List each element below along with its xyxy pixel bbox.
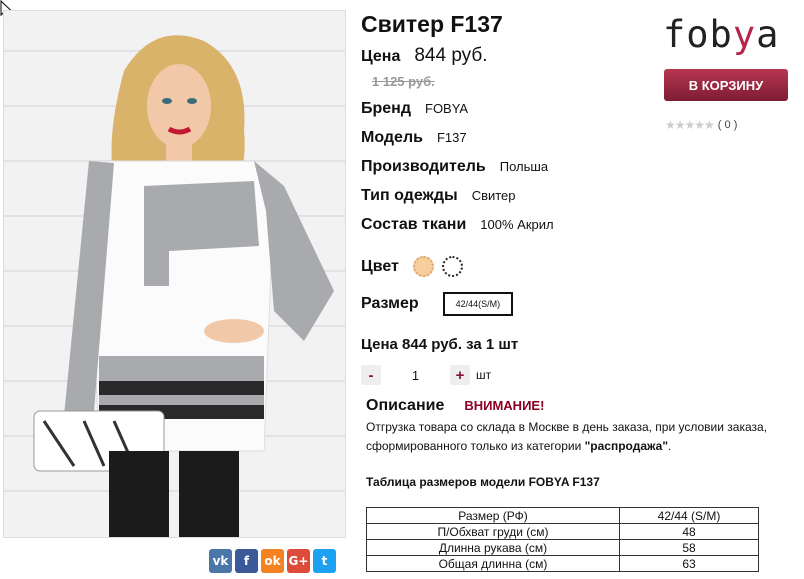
description-title: Описание [366,397,445,414]
table-cell: Длинна рукава (см) [366,539,620,556]
add-to-cart-button[interactable]: В КОРЗИНУ [664,69,788,101]
attr-manufacturer: Производитель Польша [361,158,548,176]
current-price: 844 руб. [414,45,488,66]
description-text-end: . [668,439,672,453]
twitter-icon[interactable]: t [313,549,336,573]
size-selector: Размер 42/44(S/M) [361,292,514,316]
logo-text: fob [663,13,733,56]
product-photo[interactable] [3,10,346,538]
quantity-input[interactable]: 1 [381,368,450,383]
price-label: Цена [361,48,401,65]
old-price: 1 125 руб. [372,74,435,89]
quantity-unit: шт [476,368,492,382]
size-table-title: Таблица размеров модели FOBYA F137 [366,475,600,489]
description-text-bold: "распродажа" [584,439,669,453]
attr-value: FOBYA [425,101,469,116]
size-label: Размер [361,295,419,312]
quantity-plus-button[interactable]: + [450,365,470,385]
description-warning: ВНИМАНИЕ! [464,398,545,413]
brand-logo[interactable]: fobya [663,13,779,56]
table-cell: Общая длинна (см) [366,555,620,572]
size-option-selected[interactable]: 42/44(S/M) [442,292,514,316]
attr-value: F137 [436,130,467,145]
rating-count: ( 0 ) [717,119,738,131]
quantity-minus-button[interactable]: - [361,365,381,385]
table-cell: 63 [619,555,759,572]
unit-price: Цена 844 руб. за 1 шт [361,336,519,353]
attr-value: Свитер [471,188,516,203]
rating[interactable]: ★★★★★ ( 0 ) [665,118,737,132]
quantity-stepper: - 1 + шт [361,365,491,385]
attr-key: Тип одежды [361,187,458,204]
rating-stars-icon[interactable]: ★★★★★ [665,118,715,132]
table-header-cell: Размер (РФ) [366,507,620,524]
attr-value: Польша [499,159,549,174]
odnoklassniki-icon[interactable]: ok [261,549,284,573]
description-text-main: Отгрузка товара со склада в Москве в ден… [366,420,768,453]
table-cell: 58 [619,539,759,556]
attr-key: Бренд [361,100,411,117]
attr-brand: Бренд FOBYA [361,100,468,118]
attr-key: Состав ткани [361,216,467,233]
table-row: Общая длинна (см) 63 [366,555,759,572]
attr-value: 100% Акрил [480,217,554,232]
table-cell: П/Обхват груди (см) [366,523,620,540]
share-buttons: vk f ok G+ t [209,549,336,573]
attr-clothing-type: Тип одежды Свитер [361,187,516,205]
description-header: Описание ВНИМАНИЕ! [366,397,544,415]
logo-text-accent: y [732,13,757,56]
table-row: П/Обхват груди (см) 48 [366,523,759,540]
product-title: Свитер F137 [361,11,503,37]
table-header-cell: 42/44 (S/M) [619,507,759,524]
color-swatch-beige[interactable] [412,256,434,277]
logo-text-end: a [756,13,780,56]
size-table: Размер (РФ) 42/44 (S/M) П/Обхват груди (… [366,507,759,572]
color-label: Цвет [361,257,399,275]
price-row: Цена 844 руб. [361,45,488,67]
attr-key: Производитель [361,158,486,175]
google-plus-icon[interactable]: G+ [287,549,310,573]
attr-fabric: Состав ткани 100% Акрил [361,216,554,234]
table-header-row: Размер (РФ) 42/44 (S/M) [366,507,759,524]
facebook-icon[interactable]: f [235,549,258,573]
table-cell: 48 [619,523,759,540]
attr-model: Модель F137 [361,129,467,147]
attr-key: Модель [361,129,423,146]
description-text: Отгрузка товара со склада в Москве в ден… [366,418,804,456]
color-selector: Цвет [361,256,463,277]
color-swatch-white[interactable] [441,256,463,277]
vk-icon[interactable]: vk [209,549,232,573]
table-row: Длинна рукава (см) 58 [366,539,759,556]
